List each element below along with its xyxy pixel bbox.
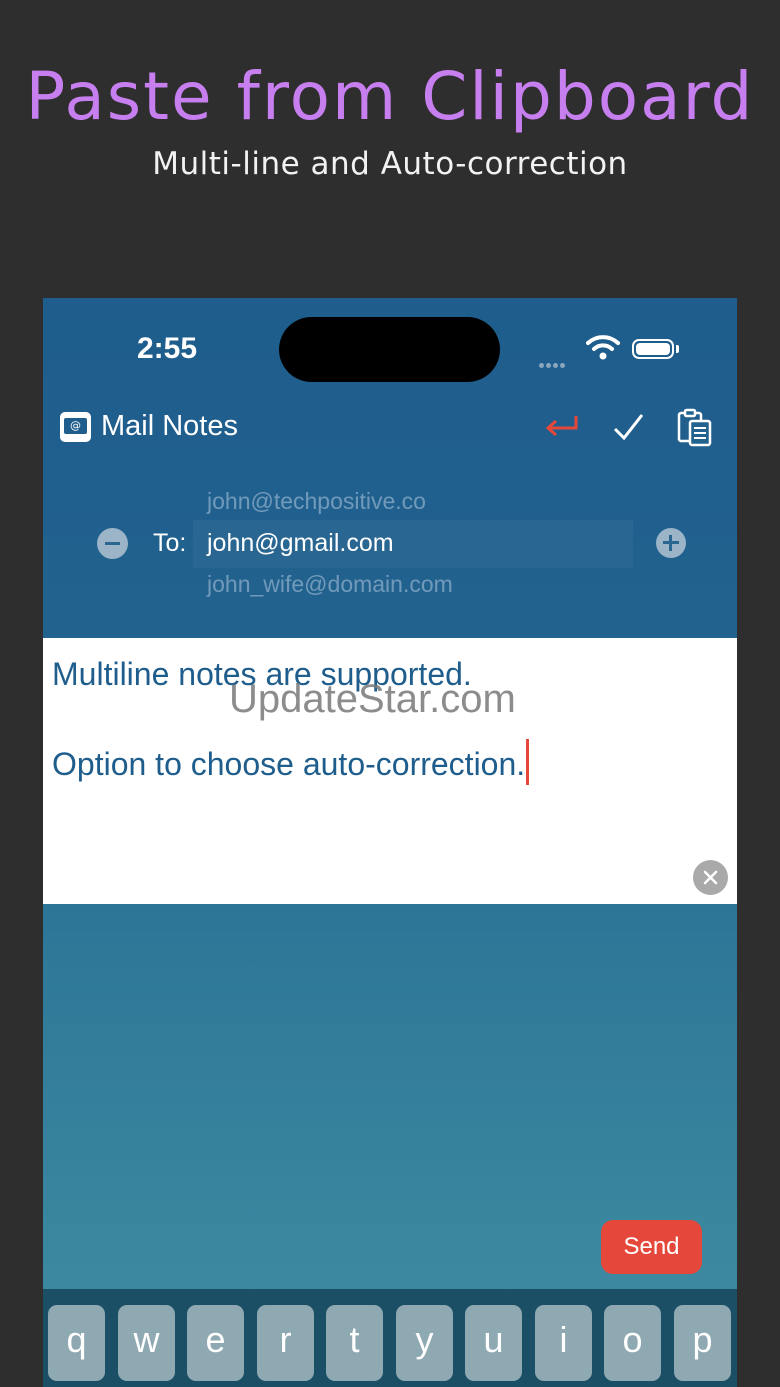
app-logo-icon: @ [60, 412, 91, 442]
battery-icon [632, 339, 674, 359]
status-time: 2:55 [137, 332, 198, 365]
clear-text-button[interactable] [693, 860, 728, 895]
check-icon[interactable] [611, 410, 647, 450]
battery-tip [676, 345, 679, 353]
key-w[interactable]: w [118, 1305, 175, 1381]
return-icon[interactable] [543, 410, 581, 450]
remove-recipient-button[interactable] [97, 528, 128, 559]
key-t[interactable]: t [326, 1305, 383, 1381]
note-text-area[interactable]: Multiline notes are supported. Option to… [43, 638, 737, 904]
app-title: Mail Notes [101, 410, 238, 442]
clipboard-icon[interactable] [676, 408, 714, 452]
key-o[interactable]: o [604, 1305, 661, 1381]
cellular-signal-icon [539, 353, 567, 372]
send-button[interactable]: Send [601, 1220, 702, 1274]
recipient-option-below[interactable]: john_wife@domain.com [207, 571, 453, 598]
key-r[interactable]: r [257, 1305, 314, 1381]
key-i[interactable]: i [535, 1305, 592, 1381]
note-line-2: Option to choose auto-correction. [52, 739, 530, 785]
phone-screen: 2:55 @ Mail Notes john@techpositive.co T… [43, 298, 737, 1387]
to-label: To: [153, 529, 187, 557]
recipient-selected[interactable]: john@gmail.com [207, 529, 394, 558]
key-p[interactable]: p [674, 1305, 731, 1381]
key-y[interactable]: y [396, 1305, 453, 1381]
wifi-icon [586, 334, 620, 364]
keyboard: q w e r t y u i o p [43, 1289, 737, 1387]
dynamic-island [279, 317, 500, 382]
recipient-option-above[interactable]: john@techpositive.co [207, 488, 426, 515]
subheadline: Multi-line and Auto-correction [152, 146, 628, 182]
headline: Paste from Clipboard [25, 58, 755, 135]
key-u[interactable]: u [465, 1305, 522, 1381]
text-cursor [526, 739, 530, 785]
key-q[interactable]: q [48, 1305, 105, 1381]
close-icon [703, 870, 718, 885]
add-recipient-button[interactable] [656, 528, 686, 558]
watermark: UpdateStar.com [229, 677, 516, 721]
key-e[interactable]: e [187, 1305, 244, 1381]
note-line-2-text: Option to choose auto-correction. [52, 746, 526, 782]
